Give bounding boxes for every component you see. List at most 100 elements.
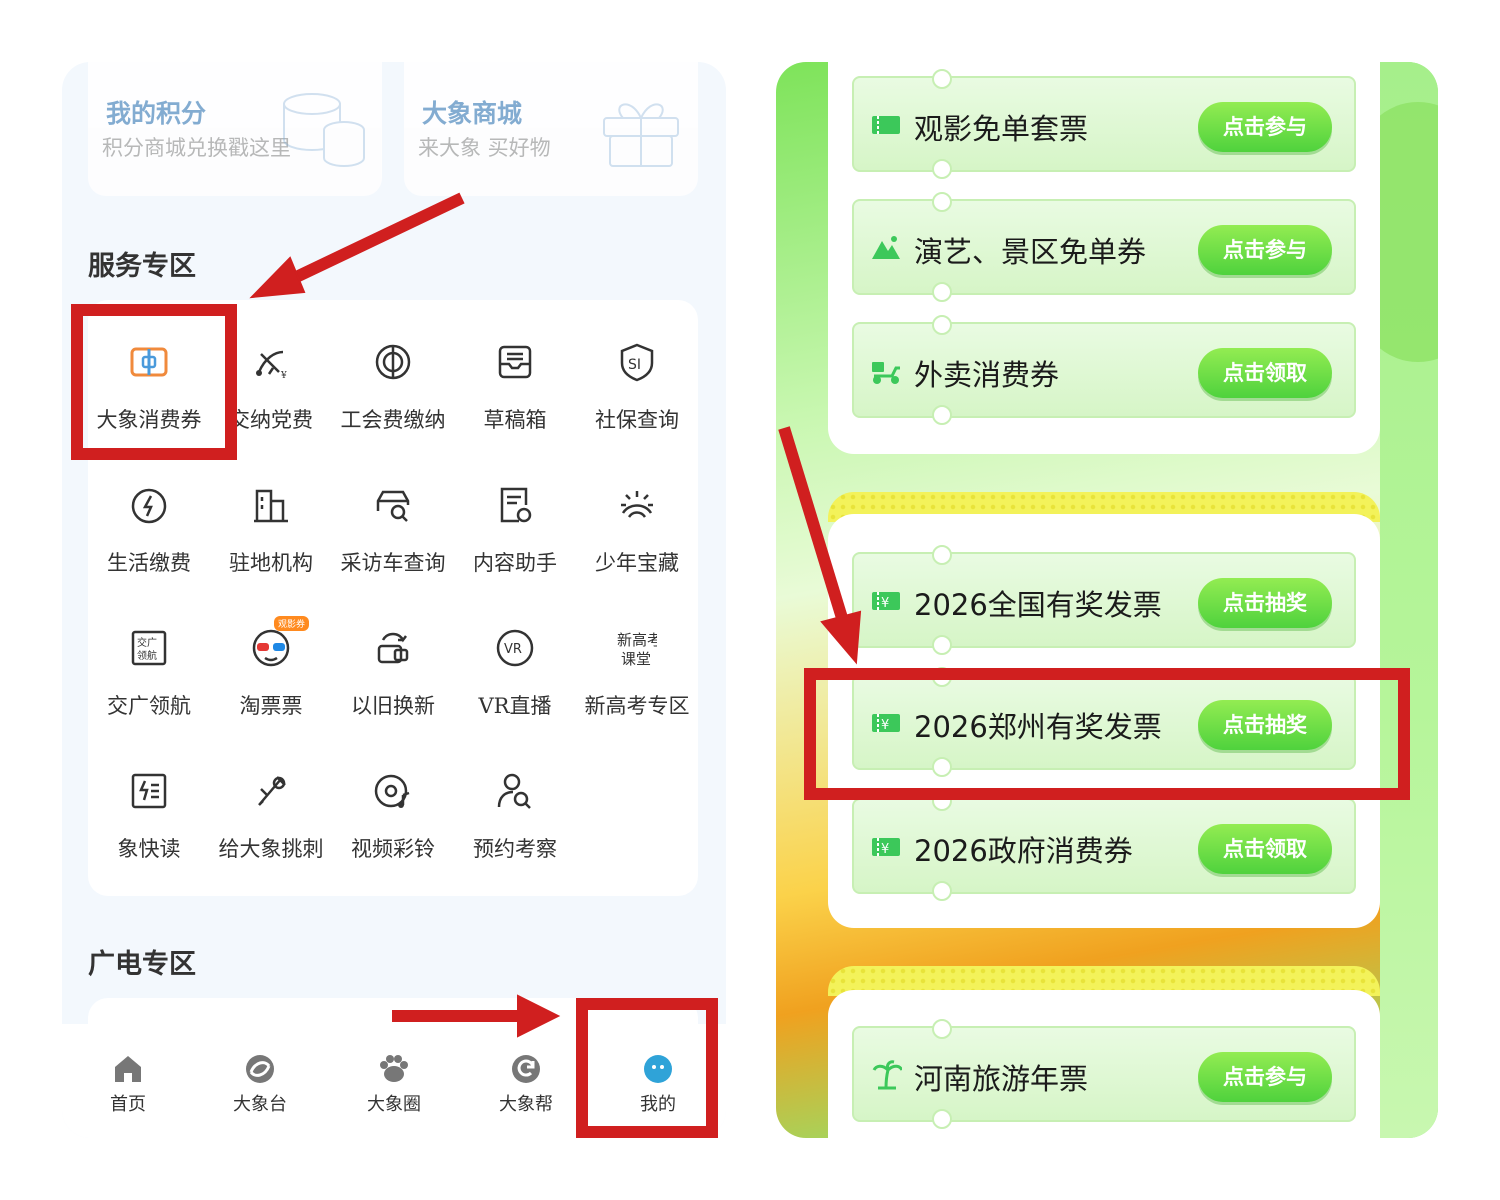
service-label: 象快读 <box>117 837 181 861</box>
tab-daxiang-tai[interactable]: 大象台 <box>210 1052 310 1116</box>
drafts-tray-icon <box>498 345 532 379</box>
service-item-union-dues[interactable]: 工会费缴纳 <box>332 322 454 442</box>
tab-label: 首页 <box>110 1094 146 1115</box>
service-label: 新高考专区 <box>584 694 690 718</box>
trade-in-icon <box>377 632 409 664</box>
car-search-icon <box>376 490 410 522</box>
ticket-movie-package: 观影免单套票 点击参与 <box>852 69 1356 179</box>
service-item-local-offices[interactable]: 驻地机构 <box>210 465 332 585</box>
tab-daxiang-bang[interactable]: 大象帮 <box>476 1052 576 1116</box>
ticket-strip-icon <box>872 116 900 134</box>
svg-text:课堂: 课堂 <box>621 650 651 668</box>
tab-home[interactable]: 首页 <box>78 1052 178 1116</box>
service-item-appointment[interactable]: 预约考察 <box>454 751 576 871</box>
tab-daxiang-quan[interactable]: 大象圈 <box>344 1052 444 1116</box>
mall-title: 大象商城 <box>422 99 523 128</box>
service-item-drafts[interactable]: 草稿箱 <box>454 322 576 442</box>
service-label: 草稿箱 <box>483 408 547 432</box>
lottery-button[interactable]: 点击抽奖 <box>1198 578 1332 628</box>
service-item-new-gaokao[interactable]: 新高考 课堂 新高考专区 <box>576 608 698 728</box>
feedback-tool-icon <box>258 776 286 806</box>
service-label: 视频彩铃 <box>351 837 435 861</box>
utility-bolt-icon <box>131 488 167 524</box>
points-title: 我的积分 <box>106 99 207 128</box>
service-item-trade-in[interactable]: 以旧换新 <box>332 608 454 728</box>
document-refresh-icon <box>500 487 532 523</box>
svg-text:领航: 领航 <box>137 649 157 662</box>
social-security-icon: SI <box>620 343 654 382</box>
svg-text:¥: ¥ <box>881 596 889 611</box>
tab-label: 大象圈 <box>367 1094 421 1115</box>
highlight-box-coupon <box>71 304 237 460</box>
mall-subtitle: 来大象 买好物 <box>418 136 551 160</box>
ticket-label: 外卖消费券 <box>914 358 1060 392</box>
ticket-label: 2026全国有奖发票 <box>914 588 1162 622</box>
points-subtitle: 积分商城兑换戳这里 <box>102 136 291 160</box>
service-item-utilities[interactable]: 生活缴费 <box>88 465 210 585</box>
service-label: 采访车查询 <box>340 551 446 575</box>
service-item-traffic-radio[interactable]: 交广 领航 交广领航 <box>88 608 210 728</box>
quick-read-icon <box>131 773 167 809</box>
mountain-icon <box>872 236 900 259</box>
refresh-circle-icon <box>512 1055 540 1083</box>
coins-icon <box>283 93 365 167</box>
ticket-performance-scenic: 演艺、景区免单券 点击参与 <box>852 192 1356 302</box>
sun-treasure-icon <box>621 491 653 518</box>
ticket-government-coupon: ¥ 2026政府消费券 点击领取 <box>852 791 1356 901</box>
ticket-badge: 观影券 <box>274 616 310 631</box>
service-item-feedback[interactable]: 给大象挑刺 <box>210 751 332 871</box>
service-item-taopiaopiao[interactable]: 观影券 淘票票 <box>210 608 332 728</box>
participate-button[interactable]: 点击参与 <box>1198 225 1332 275</box>
service-label: 少年宝藏 <box>595 551 679 575</box>
tab-label: 大象帮 <box>499 1094 553 1115</box>
service-item-press-car[interactable]: 采访车查询 <box>332 465 454 585</box>
service-label: 以旧换新 <box>351 694 435 718</box>
delivery-scooter-icon <box>872 362 900 384</box>
highlight-box-mine-tab <box>576 998 718 1138</box>
ticket-label: 演艺、景区免单券 <box>914 235 1147 269</box>
ticket-label: 河南旅游年票 <box>914 1062 1089 1096</box>
building-icon <box>254 489 288 523</box>
participate-button[interactable]: 点击参与 <box>1198 102 1332 152</box>
palm-tree-icon <box>872 1060 902 1090</box>
broadcast-section-title: 广电专区 <box>88 949 196 980</box>
traffic-radio-icon: 交广领航 <box>131 630 167 666</box>
service-label: VR直播 <box>478 694 552 718</box>
service-label: 内容助手 <box>473 551 557 575</box>
svg-text:¥: ¥ <box>881 842 889 857</box>
party-emblem-icon: ¥ <box>256 350 287 381</box>
vr-icon: VR <box>496 629 534 667</box>
service-item-vr-live[interactable]: VR VR直播 <box>454 608 576 728</box>
participate-button[interactable]: 点击参与 <box>1198 1052 1332 1102</box>
home-icon <box>115 1056 141 1082</box>
service-label: 生活缴费 <box>107 551 191 575</box>
ticket-national-invoice: ¥ 2026全国有奖发票 点击抽奖 <box>852 545 1356 655</box>
ticket-label: 观影免单套票 <box>914 112 1089 146</box>
service-label: 社保查询 <box>595 408 679 432</box>
svg-text:新高考: 新高考 <box>617 631 657 649</box>
tab-label: 大象台 <box>233 1094 287 1115</box>
service-label: 工会费缴纳 <box>340 408 446 432</box>
service-section-title: 服务专区 <box>88 251 196 282</box>
service-item-quick-read[interactable]: 象快读 <box>88 751 210 871</box>
service-item-social-security[interactable]: SI 社保查询 <box>576 322 698 442</box>
swirl-icon <box>246 1055 274 1083</box>
ticket-label: 2026政府消费券 <box>914 834 1133 868</box>
service-item-youth-treasure[interactable]: 少年宝藏 <box>576 465 698 585</box>
union-dues-icon <box>375 344 411 380</box>
gift-box-icon <box>603 103 679 167</box>
3d-glasses-icon <box>252 629 290 667</box>
app-screen-left: 我的积分 积分商城兑换戳这里 大象商城 来大象 买好物 服务专区 大象消费券 ¥… <box>62 62 726 1138</box>
claim-button[interactable]: 点击领取 <box>1198 824 1332 874</box>
service-item-content-assistant[interactable]: 内容助手 <box>454 465 576 585</box>
points-card[interactable]: 我的积分 积分商城兑换戳这里 <box>88 62 382 196</box>
ticket-henan-travel-pass: 河南旅游年票 点击参与 <box>852 1019 1356 1129</box>
new-gaokao-icon: 新高考课堂 <box>617 631 657 668</box>
service-item-video-ringtone[interactable]: 视频彩铃 <box>332 751 454 871</box>
claim-button[interactable]: 点击领取 <box>1198 348 1332 398</box>
svg-text:SI: SI <box>628 357 641 373</box>
service-label: 淘票票 <box>239 694 303 718</box>
svg-text:VR: VR <box>504 642 522 657</box>
service-label: 给大象挑刺 <box>218 837 324 861</box>
mall-card[interactable]: 大象商城 来大象 买好物 <box>404 62 698 196</box>
